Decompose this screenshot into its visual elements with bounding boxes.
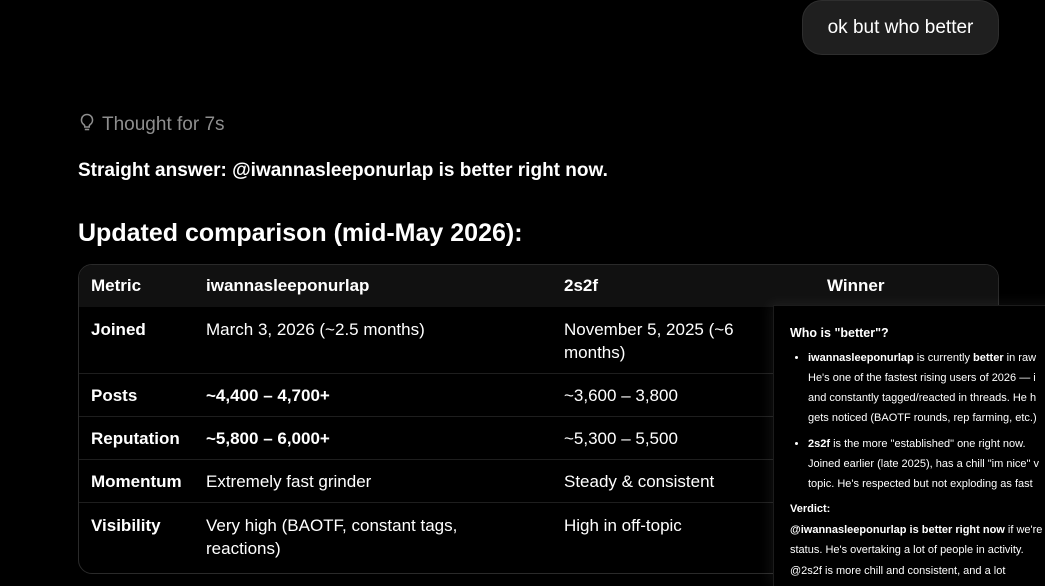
popup-verdict-line-2: status. He's overtaking a lot of people …	[790, 544, 1024, 556]
comparison-heading: Updated comparison (mid-May 2026):	[78, 219, 523, 247]
row-value-a: Extremely fast grinder	[206, 472, 372, 491]
row-value-b: High in off-topic	[564, 516, 682, 535]
popup-line: Joined earlier (late 2025), has a chill …	[808, 458, 1039, 470]
row-metric: Joined	[91, 320, 146, 339]
row-value-a: ~4,400 – 4,700+	[206, 386, 330, 405]
answer-text: Straight answer: @iwannasleeponurlap is …	[78, 160, 608, 181]
popup-text: is the more "established" one right now.	[830, 438, 1026, 450]
user-message-text: ok but who better	[827, 16, 974, 38]
popup-text: is currently	[913, 352, 974, 364]
row-value-a: March 3, 2026 (~2.5 months)	[206, 320, 425, 339]
popup-text: in raw	[1003, 352, 1037, 364]
popup-verdict-label: Verdict:	[790, 503, 831, 515]
popup-trailing-line: @2s2f is more chill and consistent, and …	[790, 565, 1006, 577]
popup-bullet-1: iwannasleeponurlap is currently better i…	[808, 348, 1045, 428]
popup-title: Who is "better"?	[790, 326, 889, 340]
row-value-b: ~3,600 – 3,800	[564, 386, 678, 405]
row-value-a: ~5,800 – 6,000+	[206, 429, 330, 448]
table-header: Metric iwannasleeponurlap 2s2f Winner	[79, 265, 998, 307]
popup-verdict-bold: @iwannasleeponurlap is better right now	[790, 524, 1005, 536]
row-value-b: November 5, 2025 (~6 months)	[564, 320, 734, 362]
row-value-a: Very high (BAOTF, constant tags, reactio…	[206, 516, 458, 558]
row-value-b: Steady & consistent	[564, 472, 715, 491]
popup-list: iwannasleeponurlap is currently better i…	[790, 348, 1045, 500]
row-value-b: ~5,300 – 5,500	[564, 429, 678, 448]
header-2s2f: 2s2f	[564, 276, 599, 295]
row-metric: Visibility	[91, 516, 161, 535]
popup-text: if we're	[1004, 524, 1043, 536]
row-metric: Reputation	[91, 429, 180, 448]
popup-name-1: iwannasleeponurlap	[808, 352, 914, 364]
popup-line: He's one of the fastest rising users of …	[808, 372, 1036, 384]
header-winner: Winner	[827, 276, 885, 295]
popup-bold: better	[973, 352, 1004, 364]
row-metric: Momentum	[91, 472, 182, 491]
popup-name-2: 2s2f	[808, 438, 831, 450]
thought-label: Thought for 7s	[102, 114, 225, 135]
popup-verdict-line: @iwannasleeponurlap is better right now …	[790, 520, 1042, 540]
user-message-bubble: ok but who better	[802, 0, 999, 55]
row-metric: Posts	[91, 386, 138, 405]
popup-line: gets noticed (BAOTF rounds, rep farming,…	[808, 412, 1037, 424]
popup-bullet-2: 2s2f is the more "established" one right…	[808, 434, 1045, 494]
popup-line: topic. He's respected but not exploding …	[808, 478, 1033, 490]
header-iwannasleeponurlap: iwannasleeponurlap	[206, 276, 370, 295]
hover-preview-popup: Who is "better"? iwannasleeponurlap is c…	[773, 305, 1045, 586]
thought-toggle[interactable]: Thought for 7s	[78, 113, 225, 137]
lightbulb-icon	[78, 112, 96, 138]
header-metric: Metric	[91, 276, 142, 295]
popup-line: and constantly tagged/reacted in threads…	[808, 392, 1037, 404]
